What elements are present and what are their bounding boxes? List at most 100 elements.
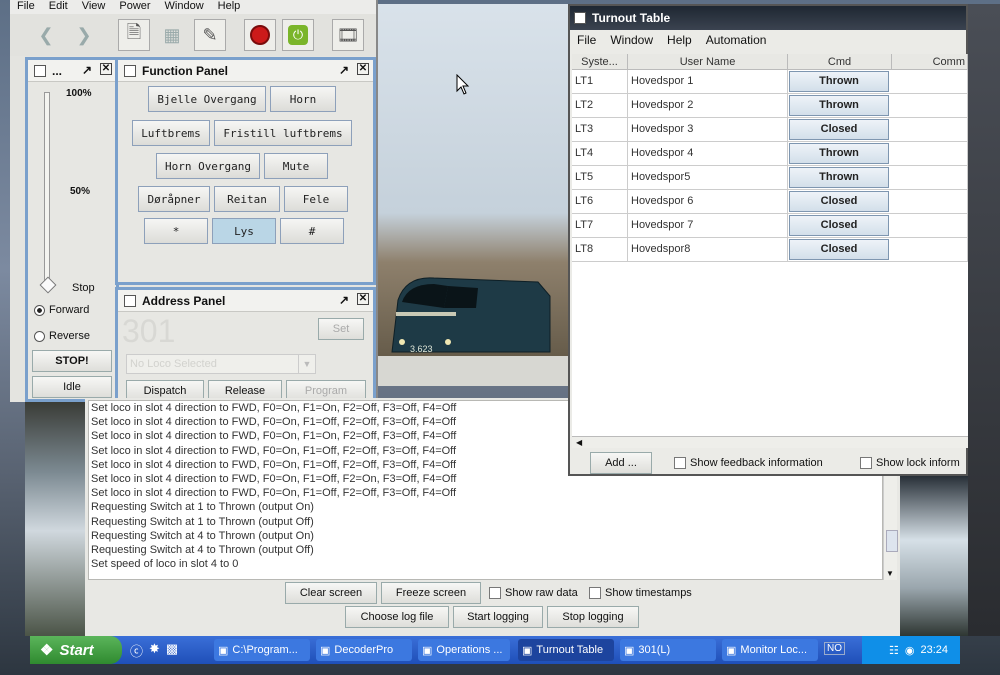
fn-fele[interactable]: Fele [284,186,348,212]
show-lock-checkbox[interactable]: Show lock inform [860,457,960,470]
turnout-comment[interactable] [892,238,968,261]
show-feedback-checkbox[interactable]: Show feedback information [674,457,823,470]
add-button[interactable]: Add ... [590,452,652,474]
turnout-cmd-button[interactable]: Closed [789,191,889,212]
freeze-screen-button[interactable]: Freeze screen [381,582,481,604]
stop-power-icon[interactable] [244,19,276,51]
task-monitor-loconet[interactable]: ▣ Monitor Loc... [722,639,818,661]
power-on-icon[interactable]: ⏻ [282,19,314,51]
turnout-comment[interactable] [892,94,968,117]
scroll-down-icon[interactable]: ▼ [886,569,894,578]
turnout-cmd-button[interactable]: Closed [789,239,889,260]
turnout-cmd-button[interactable]: Closed [789,119,889,140]
turnout-user-name[interactable]: Hovedspor 4 [628,142,788,165]
close-icon[interactable]: ✕ [357,63,369,75]
turnout-comment[interactable] [892,214,968,237]
fn-hash[interactable]: # [280,218,344,244]
copy-icon[interactable]: ▦ [156,19,188,51]
turnout-menu-file[interactable]: File [570,33,603,47]
menu-window[interactable]: Window [158,0,211,14]
show-timestamps-checkbox[interactable]: Show timestamps [589,587,692,600]
turnout-user-name[interactable]: Hovedspor 1 [628,70,788,93]
show-raw-checkbox[interactable]: Show raw data [489,587,578,600]
task-turnout-table[interactable]: ▣ Turnout Table [518,639,614,661]
settings-icon[interactable]: ✸ [149,641,160,660]
maximize-icon[interactable]: ↗ [82,63,92,77]
turnout-comment[interactable] [892,142,968,165]
stop-logging-button[interactable]: Stop logging [547,606,639,628]
turnout-cmd-button[interactable]: Thrown [789,143,889,164]
turnout-menu-automation[interactable]: Automation [699,33,774,47]
menu-power[interactable]: Power [112,0,157,14]
maximize-icon[interactable]: ↗ [339,63,349,77]
turnout-comment[interactable] [892,190,968,213]
fn-bjelle-overgang[interactable]: Bjelle Overgang [148,86,266,112]
close-icon[interactable]: ✕ [357,293,369,305]
task-program[interactable]: ▣ C:\Program... [214,639,310,661]
turnout-row[interactable]: LT4 Hovedspor 4 Thrown [572,142,968,166]
turnout-menu-help[interactable]: Help [660,33,699,47]
fn-doraapner[interactable]: Døråpner [138,186,210,212]
start-logging-button[interactable]: Start logging [453,606,543,628]
fn-horn-overgang[interactable]: Horn Overgang [156,153,260,179]
turnout-hscroll[interactable]: ◀ [572,436,968,448]
turnout-cmd-button[interactable]: Thrown [789,167,889,188]
turnout-comment[interactable] [892,70,968,93]
task-301l[interactable]: ▣ 301(L) [620,639,716,661]
turnout-user-name[interactable]: Hovedspor 3 [628,118,788,141]
turnout-row[interactable]: LT6 Hovedspor 6 Closed [572,190,968,214]
turnout-row[interactable]: LT2 Hovedspor 2 Thrown [572,94,968,118]
turnout-row[interactable]: LT5 Hovedspor5 Thrown [572,166,968,190]
header-cmd[interactable]: Cmd [788,54,892,70]
scroll-left-icon[interactable]: ◀ [576,438,582,447]
stop-button[interactable]: STOP! [32,350,112,372]
fn-lys[interactable]: Lys [212,218,276,244]
turnout-comment[interactable] [892,118,968,141]
turnout-cmd-button[interactable]: Thrown [789,95,889,116]
pdf-icon[interactable]: ▩ [166,641,178,660]
turnout-cmd-button[interactable]: Closed [789,215,889,236]
menu-edit[interactable]: Edit [42,0,75,14]
address-field[interactable]: 301 [122,314,302,348]
back-arrow-icon[interactable]: ❮ [30,19,62,51]
turnout-user-name[interactable]: Hovedspor5 [628,166,788,189]
edit-icon[interactable]: ✎ [194,19,226,51]
roster-select[interactable]: No Loco Selected ▼ [126,354,316,374]
task-decoderpro[interactable]: ▣ DecoderPro [316,639,412,661]
forward-arrow-icon[interactable]: ❯ [68,19,100,51]
turnout-cmd-button[interactable]: Thrown [789,71,889,92]
clear-screen-button[interactable]: Clear screen [285,582,377,604]
film-icon[interactable]: 🎞 [332,19,364,51]
start-button[interactable]: ❖ Start [30,636,122,664]
set-button[interactable]: Set [318,318,364,340]
turnout-user-name[interactable]: Hovedspor 6 [628,190,788,213]
speed-slider-track[interactable] [44,92,50,284]
menu-file[interactable]: File [10,0,42,14]
idle-button[interactable]: Idle [32,376,112,398]
network-icon[interactable]: ☷ [889,644,899,657]
choose-log-file-button[interactable]: Choose log file [345,606,449,628]
forward-radio[interactable]: Forward [34,304,89,316]
header-comment[interactable]: Comm [892,54,968,70]
fn-star[interactable]: * [144,218,208,244]
turnout-comment[interactable] [892,166,968,189]
task-operations[interactable]: ▣ Operations ... [418,639,510,661]
maximize-icon[interactable]: ↗ [339,293,349,307]
fn-luftbrems[interactable]: Luftbrems [132,120,210,146]
turnout-user-name[interactable]: Hovedspor 7 [628,214,788,237]
turnout-row[interactable]: LT8 Hovedspor8 Closed [572,238,968,262]
fn-horn[interactable]: Horn [270,86,336,112]
reverse-radio[interactable]: Reverse [34,330,90,342]
internet-explorer-icon[interactable]: ⓒ [130,641,143,660]
close-icon[interactable]: ✕ [100,63,112,75]
new-document-icon[interactable]: 🗎 [118,19,150,51]
chevron-down-icon[interactable]: ▼ [298,355,315,373]
turnout-menu-window[interactable]: Window [603,33,660,47]
fn-fristill-luftbrems[interactable]: Fristill luftbrems [214,120,352,146]
turnout-row[interactable]: LT1 Hovedspor 1 Thrown [572,70,968,94]
language-indicator[interactable]: NO [824,642,845,655]
fn-reitan[interactable]: Reitan [214,186,280,212]
header-system[interactable]: Syste... [572,54,628,70]
speed-slider-thumb[interactable] [39,276,57,294]
menu-help[interactable]: Help [211,0,248,14]
